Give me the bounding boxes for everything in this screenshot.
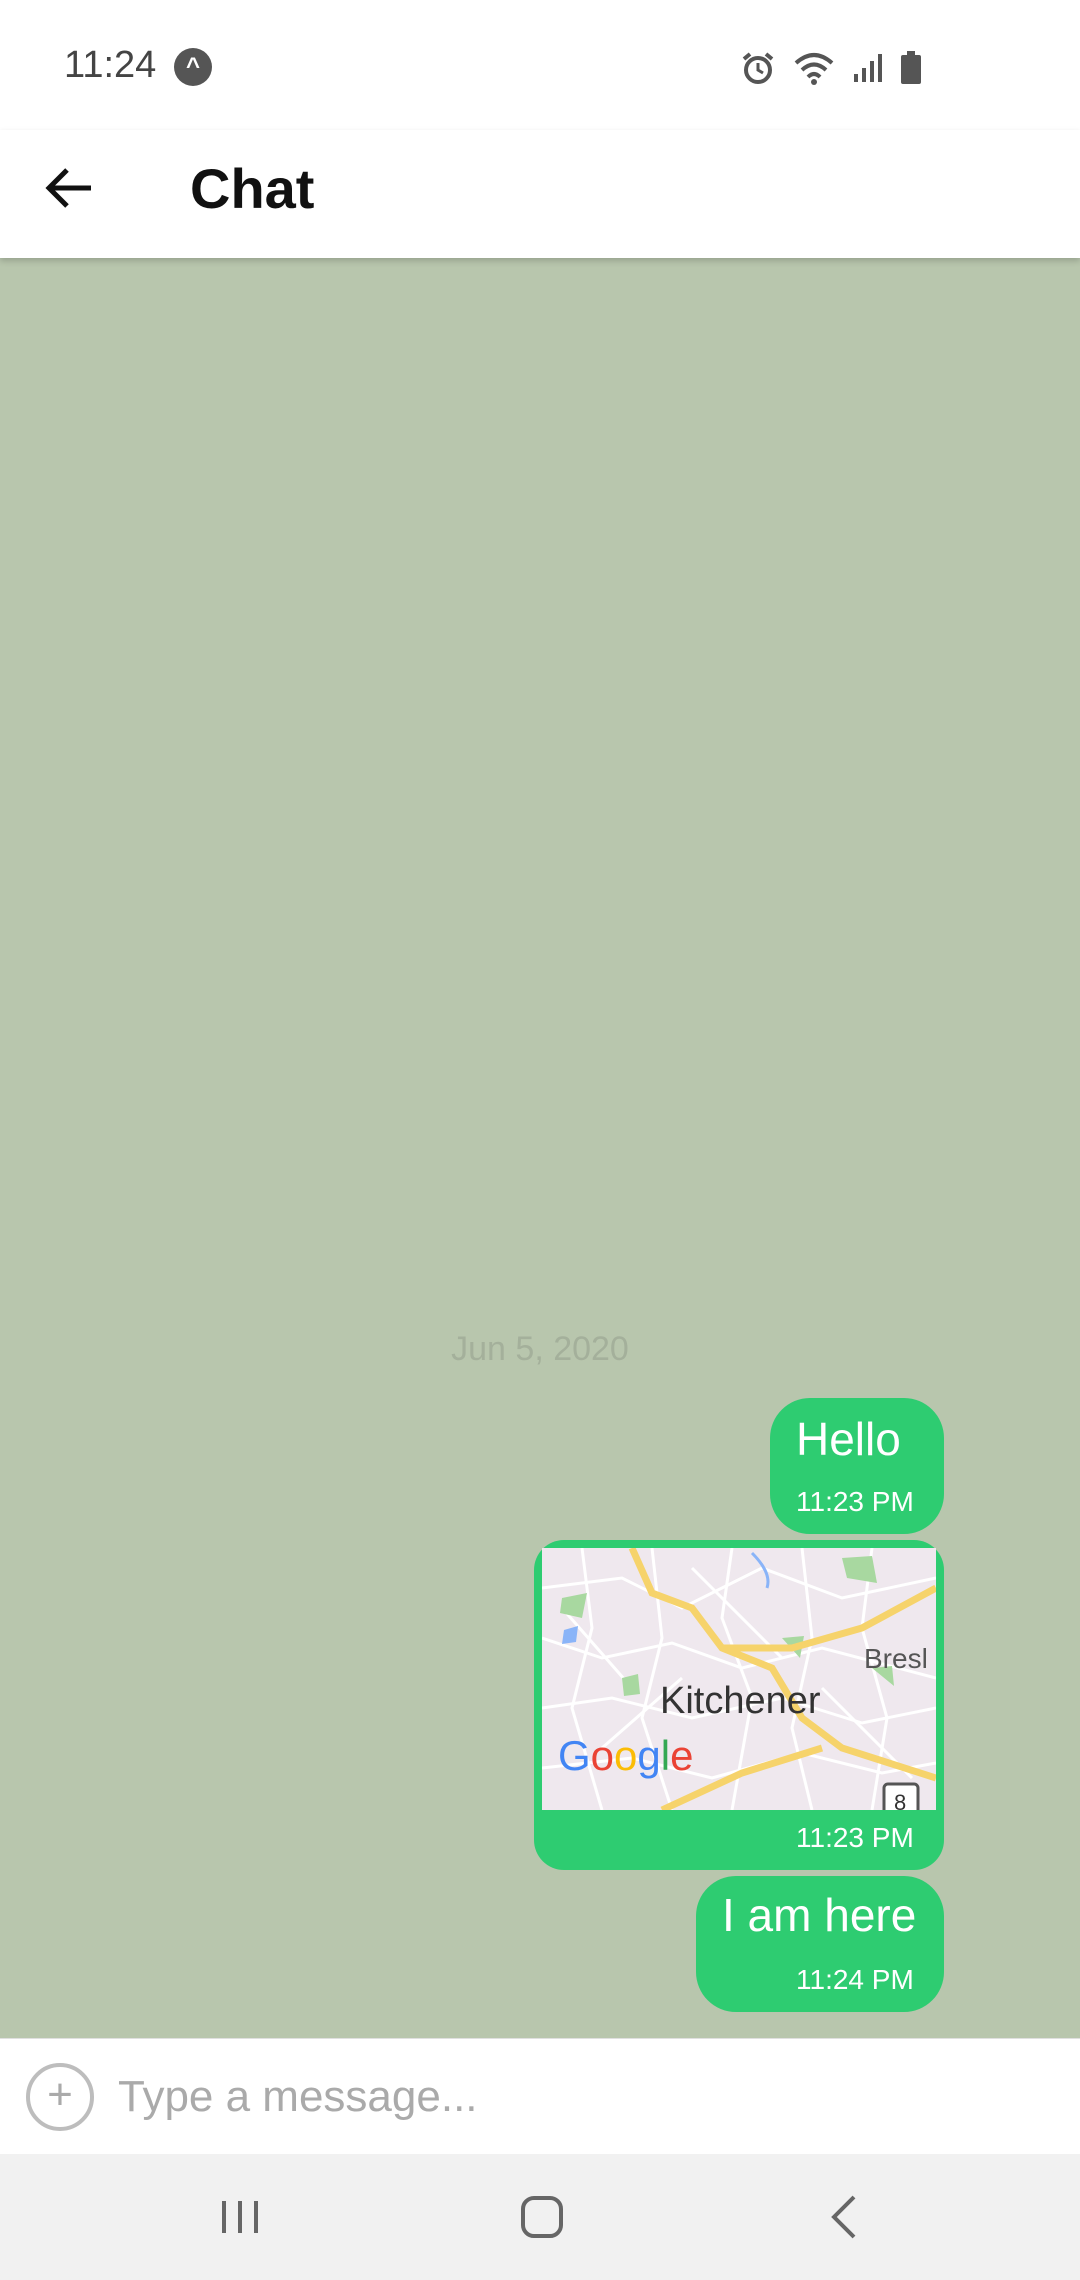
home-button[interactable] [502,2184,582,2250]
message-bubble[interactable]: Hello 11:23 PM [770,1398,944,1534]
status-time: 11:24 [64,44,157,86]
recents-button[interactable] [200,2184,280,2250]
message-text: Hello [796,1413,901,1465]
chat-area[interactable]: Jun 5, 2020 Hello 11:23 PM Kitchener Bre… [0,258,1080,2038]
signal-icon [854,54,882,82]
message-bubble[interactable]: I am here 11:24 PM [696,1876,944,2012]
plus-circle-icon[interactable]: + [26,2063,94,2131]
message-time: 11:24 PM [796,1964,914,1995]
map-image: Kitchener Bresl 8 Google [542,1548,936,1810]
status-bar: 11:24 ^ [0,0,1080,130]
map-thumbnail[interactable]: Kitchener Bresl 8 Google [542,1548,936,1810]
map-city-label: Kitchener [660,1680,821,1722]
composer-bar: + [0,2038,1080,2154]
message-text: I am here [722,1889,917,1941]
map-brand-logo: Google [558,1732,693,1779]
back-icon [831,2195,856,2239]
date-separator: Jun 5, 2020 [451,1330,629,1368]
message-time: 11:23 PM [796,1486,914,1517]
page-title: Chat [190,157,315,220]
system-back-button[interactable] [804,2184,884,2250]
recents-icon [222,2201,258,2233]
location-message-bubble[interactable]: Kitchener Bresl 8 Google 11:23 PM [534,1540,944,1870]
status-icons [740,48,922,88]
alarm-icon [742,52,774,84]
wifi-icon [794,53,834,85]
back-button[interactable] [40,158,100,218]
map-route-label: 8 [894,1790,906,1810]
map-nearby-label: Bresl [864,1643,928,1674]
arrow-left-icon [45,168,91,208]
expo-icon: ^ [174,48,212,86]
battery-icon [901,51,921,84]
system-nav-bar [0,2154,1080,2280]
app-bar: Chat [0,130,1080,258]
message-input[interactable] [118,2061,1038,2133]
message-time: 11:23 PM [796,1822,914,1853]
home-icon [521,2196,563,2238]
